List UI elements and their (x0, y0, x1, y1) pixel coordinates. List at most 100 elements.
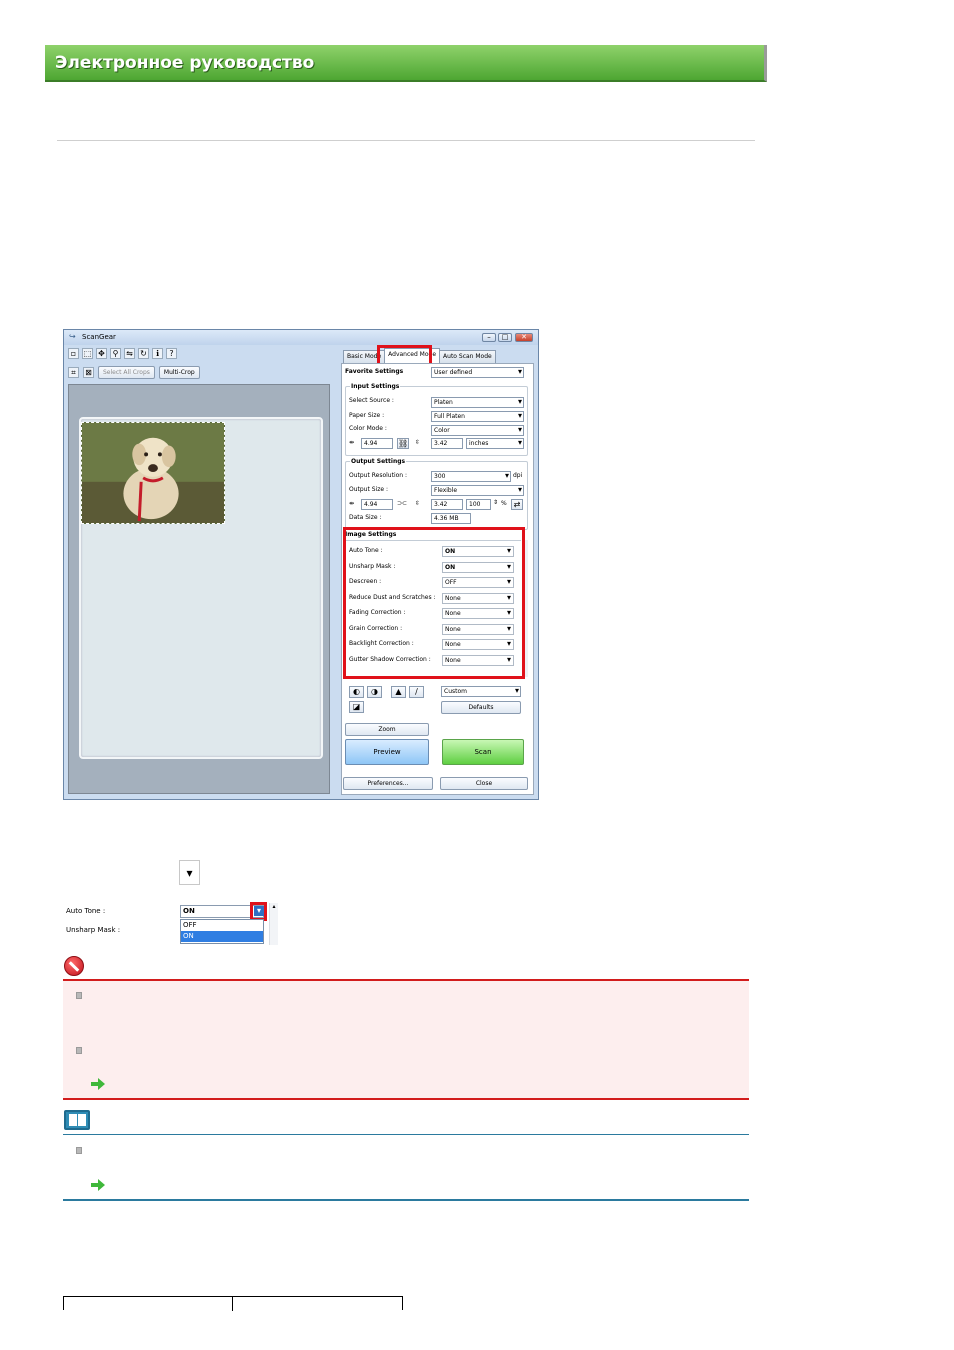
zoom-button[interactable]: Zoom (345, 723, 429, 736)
option-off[interactable]: OFF (181, 920, 263, 931)
table-divider (232, 1297, 233, 1311)
crop-icon[interactable]: ⬚ (82, 348, 93, 359)
tone-preset-select[interactable]: Custom (441, 686, 521, 697)
select-source-select[interactable]: Platen (431, 397, 524, 408)
tab-basic-mode[interactable]: Basic Mode (343, 350, 386, 363)
scale-unit: % (501, 500, 507, 507)
output-height-field[interactable]: 3.42 (431, 499, 463, 510)
link-icon: ⊃⊂ (397, 500, 408, 507)
option-on[interactable]: ON (181, 931, 263, 942)
color-mode-select[interactable]: Color (431, 425, 524, 436)
input-settings-heading: Input Settings (350, 383, 401, 390)
toolbar: ▫ ⬚ ✥ ⚲ ⇋ ↻ ℹ ? (68, 348, 177, 360)
mirror-icon[interactable]: ⇋ (124, 348, 135, 359)
divider (57, 140, 755, 141)
scangear-app-icon: ↪ (69, 332, 76, 341)
auto-crop-icon[interactable]: ⌗ (68, 367, 79, 378)
thumbnail-icon[interactable]: ▫ (68, 348, 79, 359)
height-icon: ⇳ (415, 439, 421, 446)
favorite-settings-select[interactable]: User defined (431, 367, 524, 378)
fading-correction-label: Fading Correction : (349, 609, 406, 616)
close-window-button[interactable]: ✕ (515, 333, 533, 342)
gutter-shadow-select[interactable]: None (442, 655, 514, 666)
bullet-icon (76, 1047, 82, 1054)
output-width-field[interactable]: 4.94 (361, 499, 393, 510)
output-resolution-label: Output Resolution : (349, 472, 408, 479)
auto-tone-label: Auto Tone : (349, 547, 383, 554)
width-icon: ⇹ (349, 439, 355, 446)
image-settings-heading: Image Settings (345, 531, 397, 538)
link-arrow-icon[interactable] (91, 1179, 105, 1191)
minimize-button[interactable]: – (482, 333, 496, 342)
multi-crop-button[interactable]: Multi-Crop (158, 366, 200, 379)
grain-correction-label: Grain Correction : (349, 625, 403, 632)
dropdown-arrow-icon: ▾ (179, 860, 200, 885)
switch-aspect-icon[interactable]: ⇄ (511, 499, 523, 510)
note-icon (64, 1110, 90, 1130)
output-height-icon: ⇳ (415, 500, 421, 507)
scan-button[interactable]: Scan (442, 739, 524, 765)
snippet-auto-tone-select[interactable]: ON (180, 905, 264, 918)
rotate-icon[interactable]: ↻ (138, 348, 149, 359)
favorite-settings-label: Favorite Settings (345, 368, 404, 375)
select-source-label: Select Source : (349, 397, 394, 404)
brightness-icon[interactable]: ◐ (349, 686, 364, 698)
page-title: Электронное руководство (55, 53, 315, 73)
fading-correction-select[interactable]: None (442, 608, 514, 619)
zoom-icon[interactable]: ⚲ (110, 348, 121, 359)
select-all-crops-button[interactable]: Select All Crops (98, 366, 155, 379)
input-height-field[interactable]: 3.42 (431, 438, 463, 449)
paper-size-select[interactable]: Full Platen (431, 411, 524, 422)
snippet-options-list: OFF ON (180, 919, 264, 944)
scale-field[interactable]: 100 (466, 499, 491, 510)
output-resolution-select[interactable]: 300 (431, 471, 511, 482)
auto-tone-select[interactable]: ON (442, 546, 514, 557)
tab-advanced-mode[interactable]: Advanced Mode (384, 348, 441, 363)
backlight-correction-select[interactable]: None (442, 639, 514, 650)
mode-tabs: Basic Mode Advanced Mode Auto Scan Mode (343, 348, 496, 363)
note-box (63, 1134, 749, 1201)
descreen-label: Descreen : (349, 578, 382, 585)
move-icon[interactable]: ✥ (96, 348, 107, 359)
defaults-button[interactable]: Defaults (441, 701, 521, 714)
contrast-icon[interactable]: ◑ (367, 686, 382, 698)
important-box (63, 979, 749, 1100)
settings-panel: Favorite Settings User defined Input Set… (341, 363, 534, 795)
important-icon (64, 956, 84, 976)
grain-correction-select[interactable]: None (442, 624, 514, 635)
maximize-button[interactable]: □ (498, 333, 512, 342)
preview-button[interactable]: Preview (345, 739, 429, 765)
tone-curve-icon[interactable]: ∕ (409, 686, 424, 698)
tab-auto-scan-mode[interactable]: Auto Scan Mode (439, 350, 496, 363)
remove-crop-icon[interactable]: ⊠ (83, 367, 94, 378)
output-width-icon: ⇹ (349, 500, 355, 507)
unsharp-mask-select[interactable]: ON (442, 562, 514, 573)
snippet-scrollbar[interactable]: ▴ (269, 903, 278, 945)
image-settings-scrollbar[interactable] (522, 540, 528, 677)
footer-table (63, 1296, 403, 1311)
threshold-icon[interactable]: ◪ (349, 701, 364, 713)
aspect-lock-icon[interactable]: ⛓ (397, 438, 409, 449)
preferences-button[interactable]: Preferences... (343, 777, 433, 790)
scale-stepper-icon[interactable]: ⇕ (493, 499, 498, 506)
auto-tone-dropdown-example: Auto Tone : Unsharp Mask : ON ▾ OFF ON ▴ (64, 902, 280, 946)
close-button[interactable]: Close (440, 777, 528, 790)
histogram-icon[interactable]: ▲ (391, 686, 406, 698)
bullet-icon (76, 1147, 82, 1154)
bullet-icon (76, 992, 82, 999)
help-icon[interactable]: ? (166, 348, 177, 359)
reduce-dust-select[interactable]: None (442, 593, 514, 604)
info-icon[interactable]: ℹ (152, 348, 163, 359)
snippet-dropdown-arrow-icon[interactable]: ▾ (254, 906, 264, 916)
unit-select[interactable]: inches (466, 438, 524, 449)
data-size-value: 4.36 MB (431, 513, 471, 524)
preview-area (68, 384, 330, 794)
input-width-field[interactable]: 4.94 (361, 438, 393, 449)
header-banner: Электронное руководство (45, 45, 767, 82)
gutter-shadow-label: Gutter Shadow Correction : (349, 656, 431, 663)
output-size-select[interactable]: Flexible (431, 485, 524, 496)
link-arrow-icon[interactable] (91, 1078, 105, 1090)
preview-photo[interactable] (81, 422, 225, 524)
descreen-select[interactable]: OFF (442, 577, 514, 588)
snippet-auto-tone-label: Auto Tone : (66, 907, 106, 915)
